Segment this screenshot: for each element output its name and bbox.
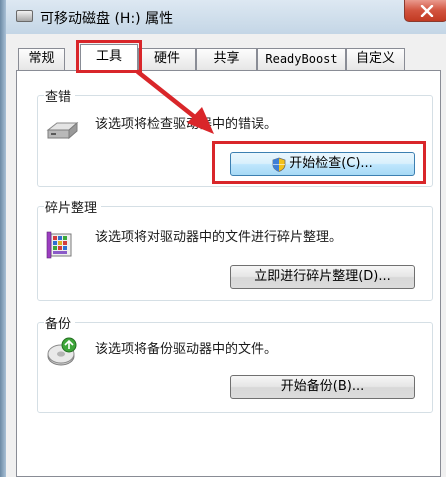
close-button[interactable] (404, 0, 446, 22)
close-icon (420, 5, 434, 17)
drive-icon (46, 121, 79, 140)
backup-description: 该选项将备份驱动器中的文件。 (95, 342, 278, 357)
window-title: 可移动磁盘 (H:) 属性 (40, 11, 174, 27)
backup-group (37, 322, 433, 413)
error-check-title: 查错 (44, 86, 76, 105)
start-check-highlight (212, 141, 426, 184)
title-bar: 可移动磁盘 (H:) 属性 (6, 0, 446, 34)
removable-drive-icon (16, 10, 33, 22)
tools-tab-highlight (76, 40, 142, 73)
tab-hardware[interactable]: 硬件 (138, 48, 196, 70)
defrag-description: 该选项将对驱动器中的文件进行碎片整理。 (95, 230, 343, 245)
tab-readyboost[interactable]: ReadyBoost (257, 48, 346, 70)
backup-title: 备份 (44, 313, 76, 332)
backup-icon (47, 337, 77, 366)
defrag-now-button[interactable]: 立即进行碎片整理(D)... (230, 265, 415, 289)
defrag-title: 碎片整理 (44, 197, 102, 216)
defrag-icon (46, 231, 72, 259)
error-check-description: 该选项将检查驱动器中的错误。 (95, 117, 278, 132)
tab-general[interactable]: 常规 (18, 48, 65, 70)
tab-customize[interactable]: 自定义 (346, 48, 405, 70)
tab-sharing[interactable]: 共享 (196, 48, 257, 70)
start-backup-button[interactable]: 开始备份(B)... (230, 375, 415, 399)
